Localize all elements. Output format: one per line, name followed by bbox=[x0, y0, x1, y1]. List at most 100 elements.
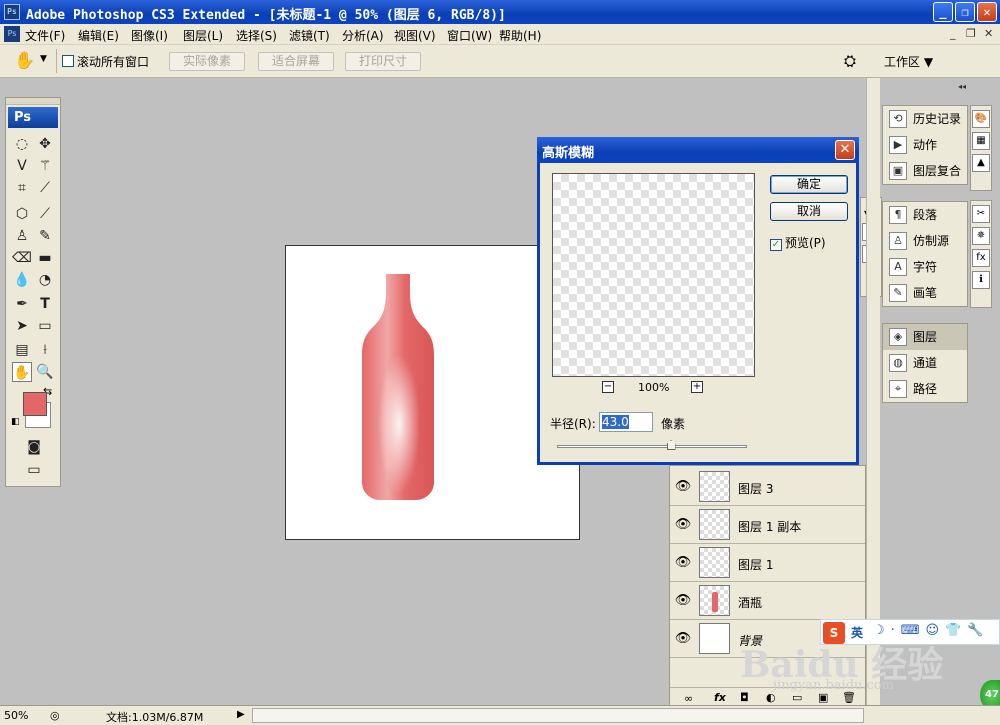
panel-channels[interactable]: ◍ 通道 bbox=[883, 350, 967, 376]
magic-wand-tool-icon[interactable]: ⚚ bbox=[35, 156, 55, 176]
horizontal-scrollbar[interactable] bbox=[252, 708, 864, 723]
layer-row[interactable]: 👁 图层 1 副本 bbox=[670, 506, 865, 544]
layer-row[interactable]: 👁 图层 1 bbox=[670, 544, 865, 582]
ps-badge[interactable]: Ps bbox=[8, 107, 58, 128]
menu-image[interactable]: 图像(I) bbox=[131, 27, 168, 44]
panel-layers[interactable]: ◈ 图层 bbox=[883, 324, 967, 350]
doc-minimize-button[interactable]: _ bbox=[950, 27, 956, 40]
menu-analysis[interactable]: 分析(A) bbox=[342, 27, 384, 44]
link-layers-icon[interactable]: ∞ bbox=[684, 692, 693, 705]
zoom-in-button[interactable]: + bbox=[691, 381, 703, 393]
status-menu-arrow-icon[interactable]: ▶ bbox=[237, 709, 245, 720]
menu-filter[interactable]: 滤镜(T) bbox=[289, 27, 330, 44]
eye-icon[interactable]: 👁 bbox=[674, 630, 692, 648]
path-selection-icon[interactable]: ➤ bbox=[12, 316, 32, 336]
doc-restore-button[interactable]: ❐ bbox=[966, 27, 976, 40]
swatches-icon[interactable]: ▦ bbox=[972, 132, 990, 150]
measurement-icon[interactable]: ✵ bbox=[972, 227, 990, 245]
radius-slider-track[interactable] bbox=[557, 445, 747, 448]
print-size-button[interactable]: 打印尺寸 bbox=[345, 52, 421, 71]
panel-paths[interactable]: ⌖ 路径 bbox=[883, 376, 967, 402]
styles-icon[interactable]: fx bbox=[972, 249, 990, 267]
panel-paragraph[interactable]: ¶ 段落 bbox=[883, 202, 967, 228]
eyedropper-tool-icon[interactable]: ⟊ bbox=[35, 340, 55, 360]
dock-collapse-icon[interactable]: ◂◂ bbox=[958, 82, 966, 91]
screen-mode-icon[interactable]: ▭ bbox=[24, 460, 44, 480]
scroll-all-windows-checkbox[interactable] bbox=[62, 54, 74, 68]
zoom-tool-icon[interactable]: 🔍 bbox=[35, 362, 55, 382]
preview-checkbox[interactable]: ✓ bbox=[770, 234, 782, 251]
default-colors-icon[interactable]: ◧ bbox=[11, 417, 20, 427]
eye-icon[interactable]: 👁 bbox=[674, 478, 692, 496]
eye-icon[interactable]: 👁 bbox=[674, 592, 692, 610]
bridge-icon[interactable]: ⛭ bbox=[844, 52, 856, 70]
quick-mask-icon[interactable]: ◙ bbox=[24, 437, 44, 457]
blur-preview[interactable] bbox=[552, 173, 755, 377]
radius-slider-handle[interactable] bbox=[666, 440, 676, 450]
gradient-tool-icon[interactable]: ▬ bbox=[35, 248, 55, 268]
navigator-icon[interactable]: ▲ bbox=[972, 154, 990, 172]
zoom-out-button[interactable]: − bbox=[602, 381, 614, 393]
cancel-button[interactable]: 取消 bbox=[770, 202, 848, 221]
document-canvas[interactable] bbox=[285, 245, 580, 540]
hand-tool-icon[interactable]: ✋ bbox=[12, 362, 32, 382]
doc-close-button[interactable]: ✕ bbox=[984, 27, 993, 40]
menu-help[interactable]: 帮助(H) bbox=[499, 27, 541, 44]
healing-brush-icon[interactable]: ⬡ bbox=[12, 204, 32, 224]
clone-stamp-icon[interactable]: ♙ bbox=[12, 226, 32, 246]
color-icon[interactable]: 🎨 bbox=[972, 110, 990, 128]
panel-actions[interactable]: ▶ 动作 bbox=[883, 132, 967, 158]
tool-preset-dropdown-icon[interactable]: ▼ bbox=[40, 54, 47, 64]
menu-view[interactable]: 视图(V) bbox=[394, 27, 436, 44]
eye-icon[interactable]: 👁 bbox=[674, 554, 692, 572]
menu-select[interactable]: 选择(S) bbox=[236, 27, 277, 44]
menu-file[interactable]: 文件(F) bbox=[25, 27, 65, 44]
hand-tool-icon[interactable]: ✋ bbox=[14, 51, 35, 71]
actual-pixels-button[interactable]: 实际像素 bbox=[169, 52, 245, 71]
menu-edit[interactable]: 编辑(E) bbox=[78, 27, 119, 44]
pen-tool-icon[interactable]: ✒ bbox=[12, 294, 32, 314]
dialog-title[interactable]: 高斯模糊 bbox=[537, 137, 859, 163]
layer-row[interactable]: 👁 图层 3 bbox=[670, 468, 865, 506]
workspace-dropdown[interactable]: 工作区 ▼ bbox=[884, 53, 933, 70]
info-icon[interactable]: ℹ bbox=[972, 271, 990, 289]
fit-screen-button[interactable]: 适合屏幕 bbox=[258, 52, 334, 71]
shape-tool-icon[interactable]: ▭ bbox=[35, 316, 55, 336]
zoom-readout[interactable]: 50% bbox=[4, 709, 28, 722]
maximize-button[interactable]: ❐ bbox=[955, 2, 975, 22]
marquee-tool-icon[interactable]: ◌ bbox=[12, 134, 32, 154]
add-mask-icon[interactable]: ◘ bbox=[740, 691, 749, 704]
checkbox-box[interactable] bbox=[62, 55, 74, 67]
notes-tool-icon[interactable]: ▤ bbox=[12, 340, 32, 360]
crop-tool-icon[interactable]: ⌗ bbox=[12, 178, 32, 198]
eraser-tool-icon[interactable]: ⌫ bbox=[12, 248, 32, 268]
panel-layer-comps[interactable]: ▣ 图层复合 bbox=[883, 158, 967, 184]
ok-button[interactable]: 确定 bbox=[770, 175, 848, 194]
slice-tool-icon[interactable]: ⟋ bbox=[35, 178, 55, 198]
panel-character[interactable]: A 字符 bbox=[883, 254, 967, 280]
close-button[interactable]: ✕ bbox=[977, 2, 997, 22]
radius-input[interactable]: 43.0 bbox=[599, 412, 653, 432]
dodge-tool-icon[interactable]: ◔ bbox=[35, 270, 55, 290]
preview-check-icon[interactable]: ✓ bbox=[770, 239, 782, 251]
history-brush-icon[interactable]: ✎ bbox=[35, 226, 55, 246]
layer-row[interactable]: 👁 酒瓶 bbox=[670, 582, 865, 620]
type-tool-icon[interactable]: T bbox=[35, 294, 55, 314]
eye-icon[interactable]: 👁 bbox=[674, 516, 692, 534]
dialog-close-button[interactable]: ✕ bbox=[835, 140, 855, 160]
toolbox-grip[interactable] bbox=[6, 98, 60, 105]
foreground-color-swatch[interactable] bbox=[23, 392, 47, 416]
status-icon[interactable]: ◎ bbox=[50, 709, 60, 722]
menu-window[interactable]: 窗口(W) bbox=[447, 27, 492, 44]
panel-brushes[interactable]: ✎ 画笔 bbox=[883, 280, 967, 306]
lasso-tool-icon[interactable]: ᐯ bbox=[12, 156, 32, 176]
layer-style-icon[interactable]: fx bbox=[714, 691, 726, 704]
panel-clone-source[interactable]: ♙ 仿制源 bbox=[883, 228, 967, 254]
brush-tool-icon[interactable]: ⟋ bbox=[35, 204, 55, 224]
panel-history[interactable]: ⟲ 历史记录 bbox=[883, 106, 967, 132]
menu-layer[interactable]: 图层(L) bbox=[183, 27, 223, 44]
tool-presets-icon[interactable]: ✂ bbox=[972, 205, 990, 223]
blur-tool-icon[interactable]: 💧 bbox=[12, 270, 32, 290]
document-icon[interactable]: Ps bbox=[4, 26, 20, 42]
minimize-button[interactable]: _ bbox=[933, 2, 953, 22]
